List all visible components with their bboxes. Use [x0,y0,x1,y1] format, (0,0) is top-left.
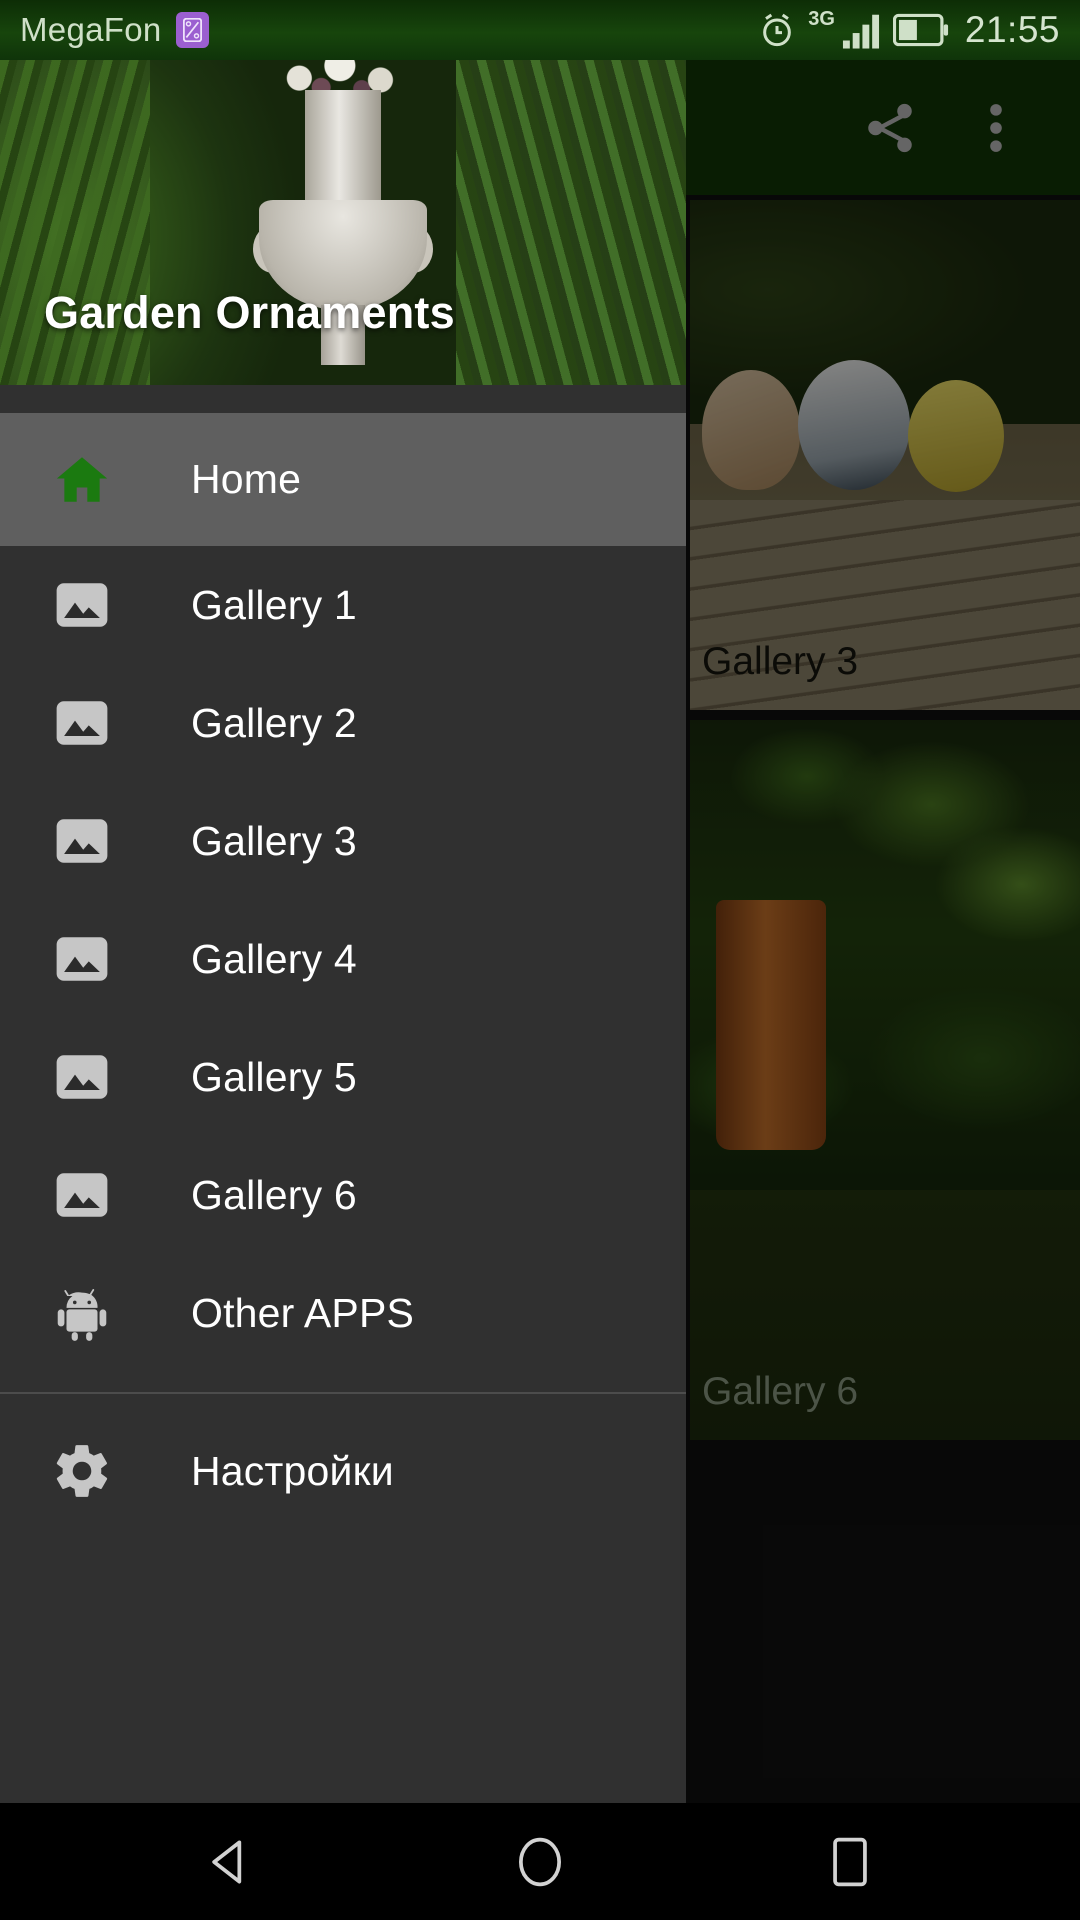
drawer-item-label: Home [191,456,302,502]
network-type-label: 3G [808,7,835,30]
home-icon [24,451,140,509]
signal-bars-icon [842,10,884,50]
phone-screen: Gallery 3 Gallery 6 Garden Ornaments Hom… [0,0,1080,1920]
system-navigation-bar [0,1803,1080,1920]
image-icon [24,694,140,752]
drawer-item-gallery-2[interactable]: Gallery 2 [0,664,686,782]
drawer-footer-spacer [0,1372,686,1386]
drawer-item-label: Other APPS [191,1289,415,1336]
drawer-item-label: Gallery 1 [191,581,357,628]
recents-square-icon [828,1834,872,1890]
status-bar-left: MegaFon [20,11,209,49]
alarm-clock-icon [757,10,797,50]
drawer-item-label: Gallery 6 [191,1171,357,1218]
image-icon [24,812,140,870]
android-robot-icon [24,1282,140,1344]
drawer-item-gallery-1[interactable]: Gallery 1 [0,546,686,664]
drawer-item-home[interactable]: Home [0,413,686,546]
drawer-divider [0,1392,686,1394]
status-bar: MegaFon 3G 21:55 [0,0,1080,60]
gear-icon [24,1440,140,1502]
image-icon [24,1048,140,1106]
image-icon [24,576,140,634]
drawer-item-label: Настройки [191,1447,394,1494]
hedge-right [456,60,686,385]
drawer-item-gallery-4[interactable]: Gallery 4 [0,900,686,1018]
drawer-header: Garden Ornaments [0,60,686,385]
battery-half-icon [892,13,949,47]
drawer-item-gallery-3[interactable]: Gallery 3 [0,782,686,900]
drawer-item-label: Gallery 4 [191,935,357,982]
drawer-item-settings[interactable]: Настройки [0,1412,686,1530]
drawer-item-other-apps[interactable]: Other APPS [0,1254,686,1372]
status-bar-right: 3G 21:55 [757,7,1060,51]
back-button[interactable] [175,1807,285,1917]
drawer-title: Garden Ornaments [44,287,455,338]
carrier-label: MegaFon [20,11,162,48]
back-triangle-icon [202,1834,258,1890]
drawer-item-label: Gallery 5 [191,1053,357,1100]
drawer-item-gallery-6[interactable]: Gallery 6 [0,1136,686,1254]
drawer-footer-spacer-2 [0,1398,686,1412]
sim-card-icon [175,12,209,48]
drawer-item-gallery-5[interactable]: Gallery 5 [0,1018,686,1136]
navigation-drawer: Garden Ornaments Home Gallery 1 Gallery … [0,60,686,1803]
drawer-item-label: Gallery 2 [191,699,357,746]
drawer-header-spacer [0,385,686,413]
recents-button[interactable] [795,1807,905,1917]
image-icon [24,930,140,988]
home-circle-icon [514,1834,566,1890]
home-button[interactable] [485,1807,595,1917]
image-icon [24,1166,140,1224]
drawer-item-label: Gallery 3 [191,817,357,864]
status-bar-clock: 21:55 [964,9,1060,50]
